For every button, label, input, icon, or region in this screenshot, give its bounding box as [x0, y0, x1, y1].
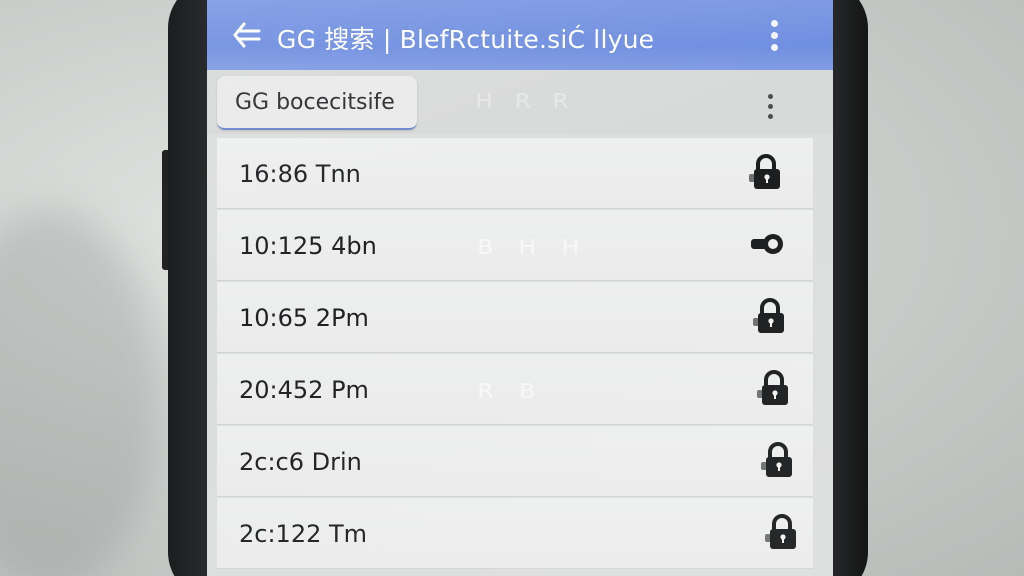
faint-reflection: ʙ ʜ ʜ [477, 228, 588, 261]
list-item-time: 10:125 4bn [239, 232, 377, 260]
filter-chip-label: GG bocecitsife [235, 90, 395, 115]
lock-icon[interactable] [755, 368, 793, 408]
list-item-time: 16:86 Tnn [239, 160, 361, 188]
app-title: GG 搜索 | BlefRctuite.siĆ llyue [277, 25, 655, 54]
list-item-time: 2c:122 Tm [239, 520, 368, 548]
filter-chip[interactable]: GG bocecitsife [217, 76, 417, 130]
faint-reflection: ʜ ʀ ʀ [475, 82, 575, 115]
lock-icon[interactable] [759, 440, 797, 480]
more-vertical-icon[interactable] [761, 90, 781, 122]
faint-reflection: ʀ ʙ [477, 372, 544, 405]
lock-icon[interactable] [747, 152, 785, 192]
list-item[interactable]: 10:65 2Pm [217, 282, 813, 353]
list-item[interactable]: 10:125 4bn ʙ ʜ ʜ [217, 210, 813, 281]
list-item-time: 2c:c6 Drin [239, 448, 362, 476]
list-item[interactable]: 2c:122 Tm [217, 498, 813, 569]
lock-icon[interactable] [763, 512, 801, 552]
list-item[interactable]: 16:86 Tnn [217, 138, 813, 209]
toggle-icon[interactable] [749, 224, 787, 264]
list-item[interactable]: 2c:c6 Drin [217, 426, 813, 497]
phone-screen: GG 搜索 | BlefRctuite.siĆ llyue GG bocecit… [207, 0, 833, 576]
app-bar: GG 搜索 | BlefRctuite.siĆ llyue [207, 0, 833, 70]
photo-scene: GG 搜索 | BlefRctuite.siĆ llyue GG bocecit… [0, 0, 1024, 576]
list-item-time: 10:65 2Pm [239, 304, 369, 332]
hand-shadow [0, 210, 160, 576]
toolbar: GG bocecitsife ʜ ʀ ʀ [207, 70, 833, 134]
list-item-time: 20:452 Pm [239, 376, 369, 404]
arrow-left-icon[interactable] [229, 18, 263, 52]
list-item[interactable]: 20:452 Pm ʀ ʙ [217, 354, 813, 425]
lock-icon[interactable] [751, 296, 789, 336]
more-vertical-icon[interactable] [765, 18, 785, 54]
